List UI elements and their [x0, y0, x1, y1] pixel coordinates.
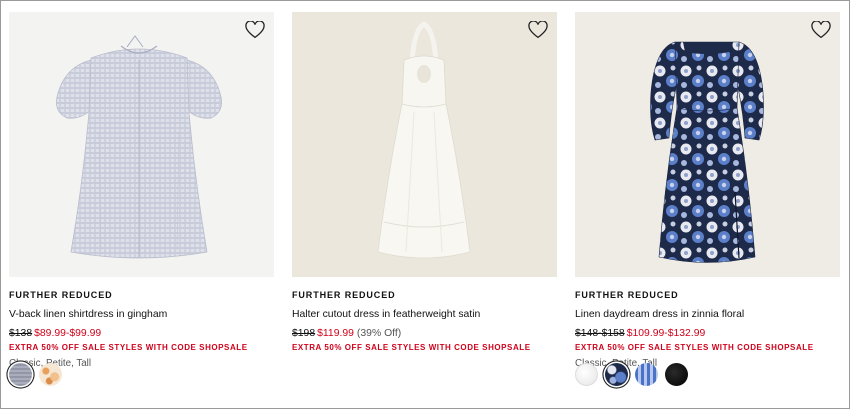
product-image[interactable]: [575, 12, 840, 277]
original-price: $138: [9, 328, 33, 339]
product-name[interactable]: Halter cutout dress in featherweight sat…: [292, 308, 557, 321]
product-card[interactable]: FURTHER REDUCED V-back linen shirtdress …: [9, 12, 274, 370]
promo-text: EXTRA 50% OFF SALE STYLES WITH CODE SHOP…: [575, 343, 814, 352]
swatch-blue-stripe[interactable]: [635, 363, 658, 386]
color-swatches: [575, 363, 688, 386]
discount-percent: (39% Off): [356, 328, 402, 339]
heart-outline-icon[interactable]: [811, 21, 831, 39]
swatch-blue-floral[interactable]: [605, 363, 628, 386]
product-card[interactable]: FURTHER REDUCED Linen daydream dress in …: [575, 12, 840, 370]
swatch-white[interactable]: [575, 363, 598, 386]
sale-price: $89.99-$99.99: [34, 328, 102, 339]
price-line: $148-$158 $109.99-$132.99: [575, 327, 840, 340]
price-line: $198 $119.99 (39% Off): [292, 327, 557, 340]
floral-dress-image: [650, 41, 764, 263]
sale-price: $109.99-$132.99: [626, 328, 706, 339]
original-price: $198: [292, 328, 316, 339]
product-card[interactable]: FURTHER REDUCED Halter cutout dress in f…: [292, 12, 557, 353]
original-price: $148-$158: [575, 328, 625, 339]
promo-text: EXTRA 50% OFF SALE STYLES WITH CODE SHOP…: [292, 343, 531, 352]
product-name[interactable]: Linen daydream dress in zinnia floral: [575, 308, 840, 321]
sale-price: $119.99: [317, 328, 354, 339]
product-image[interactable]: [9, 12, 274, 277]
gingham-dress-image: [56, 35, 222, 259]
color-swatches: [9, 363, 62, 386]
further-reduced-badge: FURTHER REDUCED: [292, 290, 396, 300]
swatch-gray-gingham[interactable]: [9, 363, 32, 386]
product-image[interactable]: [292, 12, 557, 277]
swatch-peach-floral[interactable]: [39, 363, 62, 386]
heart-outline-icon[interactable]: [528, 21, 548, 39]
swatch-black[interactable]: [665, 363, 688, 386]
further-reduced-badge: FURTHER REDUCED: [575, 290, 679, 300]
product-grid: FURTHER REDUCED V-back linen shirtdress …: [0, 0, 850, 409]
white-halter-dress-image: [377, 21, 471, 259]
heart-outline-icon[interactable]: [245, 21, 265, 39]
price-line: $138 $89.99-$99.99: [9, 327, 274, 340]
product-name[interactable]: V-back linen shirtdress in gingham: [9, 308, 274, 321]
further-reduced-badge: FURTHER REDUCED: [9, 290, 113, 300]
promo-text: EXTRA 50% OFF SALE STYLES WITH CODE SHOP…: [9, 343, 248, 352]
